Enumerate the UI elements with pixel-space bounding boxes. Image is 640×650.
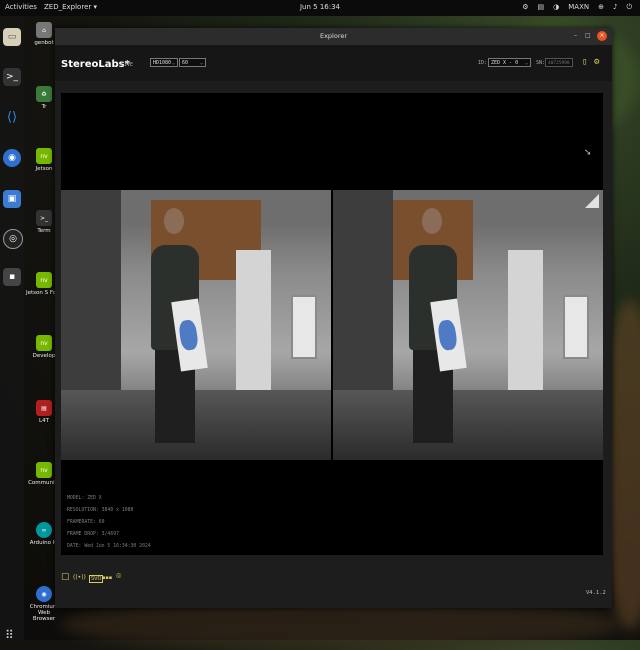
info-frame-drop: FRAME DROP: 3/4697	[67, 532, 119, 537]
system-tray[interactable]: ⚙ ▤ ◑ MAXN ⊕ ♪ ⏻	[522, 3, 632, 12]
right-camera-frame	[333, 190, 603, 460]
serial-number-field: 40725998	[545, 58, 573, 67]
fps-value: 60	[182, 60, 189, 66]
power-mode-label[interactable]: MAXN	[568, 3, 589, 12]
vscode-icon[interactable]: ⟨⟩	[3, 108, 21, 126]
close-button[interactable]: ×	[597, 31, 607, 41]
bottom-bar: ▢ ((•)) SVO ▪▪▪ ⌾ V4.1.2	[55, 566, 612, 608]
desktop-icon-label: Develop	[32, 353, 56, 359]
desktop-icon-label: genbot	[34, 40, 54, 46]
camera-info-overlay: MODEL: ZED X RESOLUTION: 3840 x 1080 FRA…	[67, 493, 151, 553]
nvidia-icon: nv	[36, 272, 52, 288]
title-bar[interactable]: Explorer – □ ×	[55, 28, 612, 45]
desktop-icon-label: L4T	[39, 418, 49, 424]
files-icon[interactable]: ▭	[3, 28, 21, 46]
doc-icon: ▤	[36, 400, 52, 416]
minimize-button[interactable]: –	[574, 32, 577, 39]
tray-item[interactable]: ◑	[553, 3, 559, 12]
nvidia-icon: nv	[36, 462, 52, 478]
network-icon[interactable]: ⊕	[598, 3, 604, 12]
arduino-icon: ∞	[36, 522, 52, 538]
folder-icon[interactable]: ▢	[61, 572, 70, 582]
settings-icon[interactable]: ⚙	[594, 57, 599, 67]
sn-label: SN:	[536, 60, 546, 66]
left-camera-frame	[61, 190, 331, 460]
chromium-icon: ◉	[36, 586, 52, 602]
power-icon[interactable]: ⏻	[626, 3, 632, 12]
fps-select[interactable]: 60 ⌄	[179, 58, 206, 67]
version-label: V4.1.2	[586, 590, 606, 596]
home-icon: ⌂	[36, 22, 52, 38]
maximize-button[interactable]: □	[585, 32, 591, 39]
resolution-select[interactable]: HD1080 ⌄	[150, 58, 178, 67]
window-title: Explorer	[319, 32, 348, 40]
stereolabs-logo: StereoLabs*	[61, 59, 130, 70]
sensors-icon[interactable]: ▪▪▪	[102, 575, 112, 581]
chevron-down-icon: ⌄	[199, 60, 203, 66]
tray-item[interactable]: ▤	[538, 3, 545, 12]
info-framerate: FRAMERATE: 60	[67, 520, 105, 525]
resolution-value: HD1080	[153, 60, 172, 66]
terminal-icon: >_	[36, 210, 52, 226]
volume-icon[interactable]: ♪	[613, 3, 617, 12]
clock[interactable]: Jun 5 16:34	[300, 3, 340, 11]
app-icon[interactable]: ▪	[3, 268, 21, 286]
explorer-window: Explorer – □ × StereoLabs* LIVE HD1080 ⌄…	[55, 28, 612, 608]
tray-item[interactable]: ⚙	[522, 3, 528, 12]
chevron-down-icon: ⌄	[171, 60, 175, 66]
desktop-icon-label: Jetson	[35, 166, 53, 172]
trash-icon: ♻	[36, 86, 52, 102]
app-menu[interactable]: ZED_Explorer ▾	[44, 3, 97, 11]
chevron-down-icon: ⌄	[524, 60, 528, 66]
obs-icon[interactable]: ◎	[3, 229, 23, 249]
live-label: LIVE	[121, 62, 134, 68]
nvidia-icon: nv	[36, 335, 52, 351]
mouse-cursor-icon: ➘	[584, 148, 592, 158]
toolbar: StereoLabs* LIVE HD1080 ⌄ 60 ⌄ ID: ZED X…	[55, 45, 612, 81]
dock: ▭ >_ ⟨⟩ ◉ ▣ ◎ ▪ ⠿	[0, 16, 24, 642]
info-model: MODEL: ZED X	[67, 496, 102, 501]
stream-icon[interactable]: ((•))	[73, 574, 86, 581]
screenshot-icon[interactable]: ▣	[3, 190, 21, 208]
desktop-icon-label: Chromium Web Browser	[29, 604, 59, 622]
camera-value: ZED X - 0	[491, 60, 519, 66]
terminal-icon[interactable]: >_	[3, 68, 21, 86]
record-icon[interactable]: ▯	[582, 57, 587, 67]
info-date: DATE: Wed Jun 5 16:34:30 2024	[67, 544, 151, 549]
camera-select[interactable]: ZED X - 0 ⌄	[488, 58, 531, 67]
desktop-icon-label: Arduino IC	[29, 540, 59, 546]
desktop-icon-label: Term	[37, 228, 51, 234]
activities-button[interactable]: Activities	[5, 3, 37, 11]
desktop-icon-label: Tr	[41, 104, 47, 110]
video-viewport[interactable]: ➘ MODEL: ZED X RESOLUTION: 3840 x 1080 F…	[61, 93, 603, 555]
nvidia-icon: nv	[36, 148, 52, 164]
chromium-icon[interactable]: ◉	[3, 149, 21, 167]
top-bar: Activities ZED_Explorer ▾ Jun 5 16:34 ⚙ …	[0, 0, 640, 16]
id-label: ID:	[478, 60, 488, 66]
camera-icon[interactable]: ⌾	[116, 572, 121, 582]
info-resolution: RESOLUTION: 3840 x 1080	[67, 508, 134, 513]
